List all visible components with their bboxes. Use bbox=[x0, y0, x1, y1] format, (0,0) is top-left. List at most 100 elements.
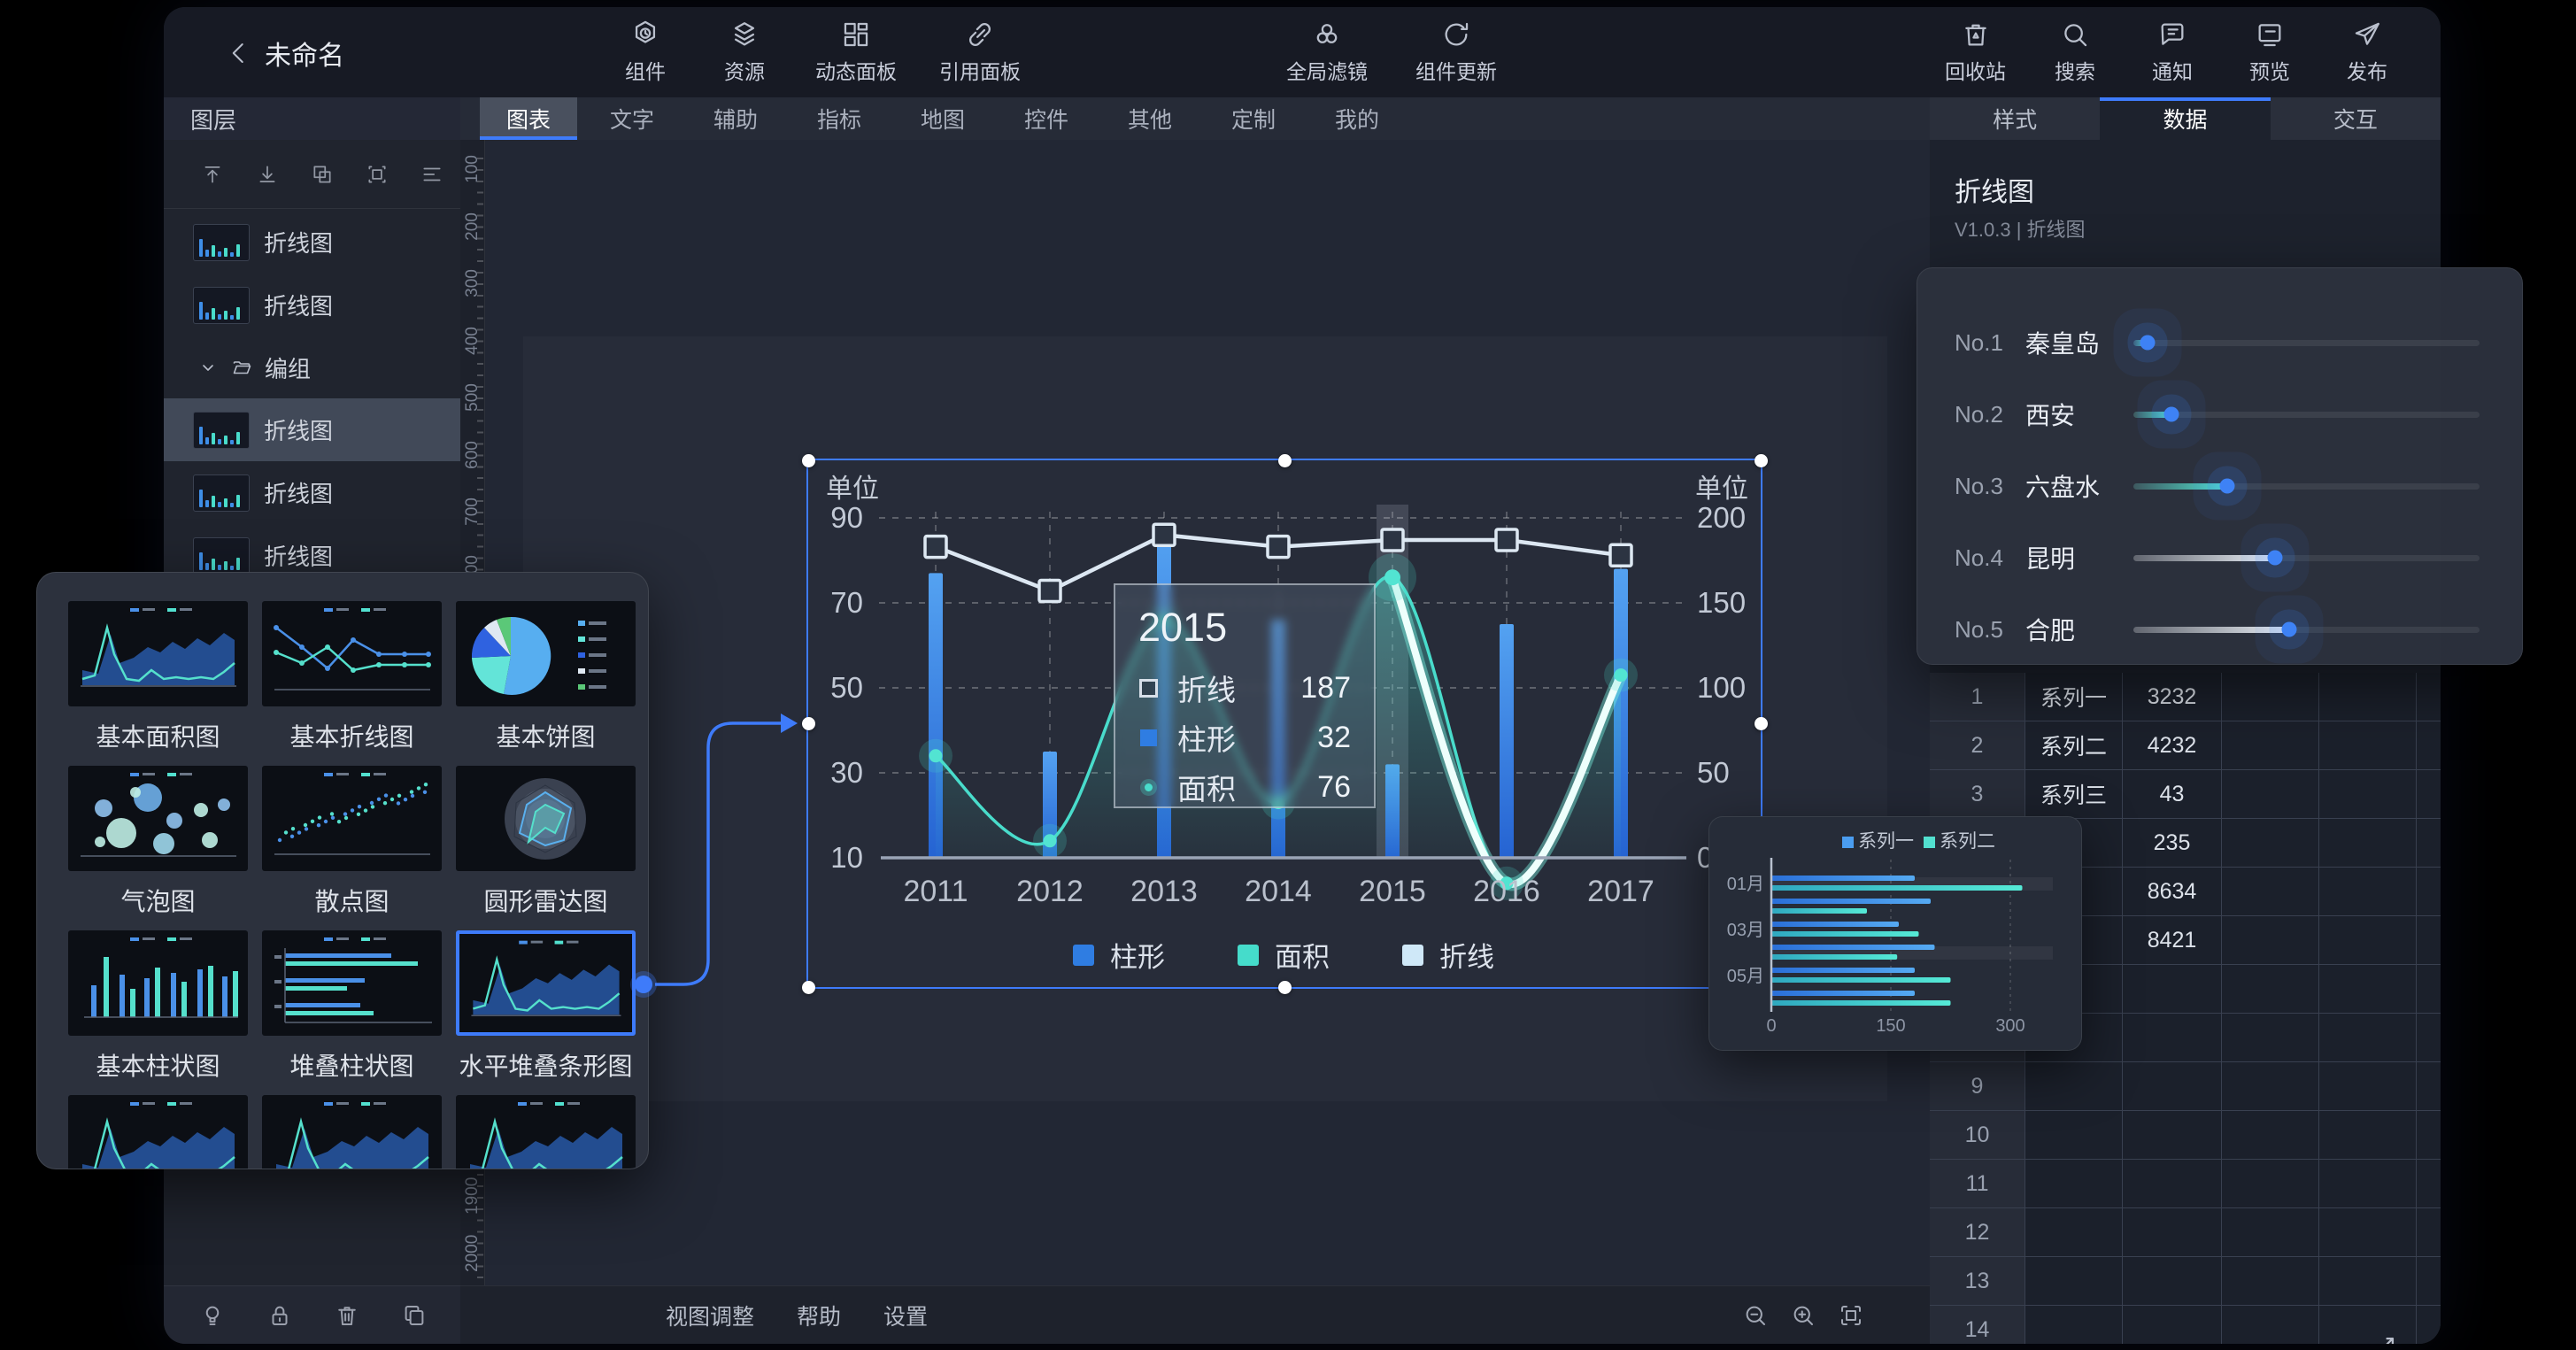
layer-item[interactable]: 折线图 bbox=[164, 211, 460, 274]
table-row[interactable]: 11 bbox=[1930, 1160, 2441, 1208]
legend-item-柱形[interactable]: 柱形 bbox=[1073, 935, 1165, 975]
slider-handle[interactable] bbox=[2140, 336, 2155, 351]
cell-value[interactable] bbox=[2123, 1257, 2222, 1306]
layer-bottom-icon[interactable] bbox=[256, 163, 279, 186]
inspector-tab-交互[interactable]: 交互 bbox=[2271, 97, 2441, 140]
cell-empty[interactable] bbox=[2319, 868, 2417, 916]
inspector-tab-数据[interactable]: 数据 bbox=[2100, 97, 2270, 140]
ungroup-sq-icon[interactable] bbox=[366, 163, 389, 186]
zoom-in-icon[interactable] bbox=[1790, 1302, 1816, 1329]
cell-empty[interactable] bbox=[2222, 1257, 2319, 1306]
chevron-down-icon[interactable] bbox=[197, 357, 219, 378]
cell-empty[interactable] bbox=[2417, 1257, 2441, 1306]
gallery-item[interactable] bbox=[456, 1095, 636, 1169]
cell-empty[interactable] bbox=[2417, 1160, 2441, 1208]
cell-empty[interactable] bbox=[2319, 770, 2417, 819]
tool-refresh[interactable]: 组件更新 bbox=[1415, 19, 1497, 85]
cell-empty[interactable] bbox=[2319, 916, 2417, 965]
gallery-thumbnail[interactable] bbox=[456, 601, 636, 706]
slider-track[interactable] bbox=[2133, 555, 2480, 561]
cell-empty[interactable] bbox=[2417, 1306, 2441, 1344]
copy-icon[interactable] bbox=[401, 1302, 428, 1329]
tab-控件[interactable]: 控件 bbox=[998, 97, 1095, 140]
cell-empty[interactable] bbox=[2417, 1208, 2441, 1257]
cell-value[interactable]: 4232 bbox=[2123, 721, 2222, 770]
cell-empty[interactable] bbox=[2319, 673, 2417, 721]
table-row[interactable]: 3系列三43 bbox=[1930, 770, 2441, 819]
cell-empty[interactable] bbox=[2319, 1062, 2417, 1111]
gallery-item[interactable]: 堆叠柱状图 bbox=[262, 930, 442, 1077]
cell-value[interactable] bbox=[2123, 1306, 2222, 1344]
cell-series-name[interactable] bbox=[2025, 1062, 2123, 1111]
cell-series-name[interactable] bbox=[2025, 1111, 2123, 1160]
gallery-thumbnail[interactable] bbox=[68, 1095, 248, 1169]
cell-empty[interactable] bbox=[2417, 1062, 2441, 1111]
gallery-item-selected[interactable]: 水平堆叠条形图 bbox=[456, 930, 636, 1077]
cell-empty[interactable] bbox=[2417, 770, 2441, 819]
cell-empty[interactable] bbox=[2319, 1208, 2417, 1257]
gallery-item[interactable]: 气泡图 bbox=[68, 766, 248, 913]
cell-empty[interactable] bbox=[2417, 868, 2441, 916]
cell-empty[interactable] bbox=[2319, 1111, 2417, 1160]
table-row[interactable]: 12 bbox=[1930, 1208, 2441, 1257]
tab-其他[interactable]: 其他 bbox=[1101, 97, 1199, 140]
cell-empty[interactable] bbox=[2319, 965, 2417, 1014]
slider-handle[interactable] bbox=[2164, 407, 2179, 422]
cell-empty[interactable] bbox=[2417, 1111, 2441, 1160]
cell-series-name[interactable]: 系列三 bbox=[2025, 770, 2123, 819]
cell-empty[interactable] bbox=[2222, 868, 2319, 916]
tab-文字[interactable]: 文字 bbox=[583, 97, 681, 140]
layer-item[interactable]: 折线图 bbox=[164, 274, 460, 336]
cell-empty[interactable] bbox=[2417, 819, 2441, 868]
tool-publish[interactable]: 发布 bbox=[2339, 19, 2395, 85]
align-lines-icon[interactable] bbox=[420, 163, 443, 186]
cell-empty[interactable] bbox=[2222, 721, 2319, 770]
group-sq-icon[interactable] bbox=[311, 163, 334, 186]
legend-item-面积[interactable]: 面积 bbox=[1238, 935, 1330, 975]
slider-handle[interactable] bbox=[2281, 622, 2296, 637]
gallery-thumbnail[interactable] bbox=[456, 766, 636, 871]
cell-value[interactable]: 3232 bbox=[2123, 673, 2222, 721]
cell-value[interactable] bbox=[2123, 965, 2222, 1014]
tool-component[interactable]: 组件 bbox=[617, 19, 674, 85]
cell-value[interactable] bbox=[2123, 1208, 2222, 1257]
tool-notice[interactable]: 通知 bbox=[2144, 19, 2201, 85]
cell-value[interactable]: 8421 bbox=[2123, 916, 2222, 965]
cell-value[interactable]: 43 bbox=[2123, 770, 2222, 819]
table-row[interactable]: 1系列一3232 bbox=[1930, 673, 2441, 721]
tool-preview[interactable]: 预览 bbox=[2241, 19, 2298, 85]
gallery-thumbnail[interactable] bbox=[68, 601, 248, 706]
action-视图调整[interactable]: 视图调整 bbox=[666, 1300, 754, 1331]
gallery-item[interactable] bbox=[68, 1095, 248, 1169]
zoom-out-icon[interactable] bbox=[1742, 1302, 1769, 1329]
cell-empty[interactable] bbox=[2319, 1257, 2417, 1306]
slider-track[interactable] bbox=[2133, 340, 2480, 346]
slider-track[interactable] bbox=[2133, 483, 2480, 490]
cell-value[interactable]: 235 bbox=[2123, 819, 2222, 868]
gallery-thumbnail[interactable] bbox=[262, 766, 442, 871]
cell-empty[interactable] bbox=[2222, 1160, 2319, 1208]
tab-图表[interactable]: 图表 bbox=[480, 97, 577, 140]
gallery-item[interactable] bbox=[262, 1095, 442, 1169]
tab-辅助[interactable]: 辅助 bbox=[687, 97, 784, 140]
tab-地图[interactable]: 地图 bbox=[894, 97, 991, 140]
table-row[interactable]: 10 bbox=[1930, 1111, 2441, 1160]
gallery-thumbnail[interactable] bbox=[262, 1095, 442, 1169]
fit-screen-icon[interactable] bbox=[1838, 1302, 1864, 1329]
slider-handle[interactable] bbox=[2268, 551, 2283, 566]
cell-empty[interactable] bbox=[2319, 1160, 2417, 1208]
cell-empty[interactable] bbox=[2222, 1208, 2319, 1257]
cell-empty[interactable] bbox=[2222, 916, 2319, 965]
trash-icon[interactable] bbox=[334, 1302, 360, 1329]
gallery-item[interactable]: 基本折线图 bbox=[262, 601, 442, 748]
action-设置[interactable]: 设置 bbox=[883, 1300, 928, 1331]
cell-value[interactable] bbox=[2123, 1160, 2222, 1208]
table-resize-icon[interactable] bbox=[2369, 1332, 2399, 1344]
table-row[interactable]: 9 bbox=[1930, 1062, 2441, 1111]
cell-empty[interactable] bbox=[2417, 721, 2441, 770]
action-帮助[interactable]: 帮助 bbox=[797, 1300, 841, 1331]
cell-empty[interactable] bbox=[2222, 1111, 2319, 1160]
slider-track[interactable] bbox=[2133, 412, 2480, 418]
gallery-thumbnail[interactable] bbox=[456, 1095, 636, 1169]
cell-empty[interactable] bbox=[2222, 819, 2319, 868]
